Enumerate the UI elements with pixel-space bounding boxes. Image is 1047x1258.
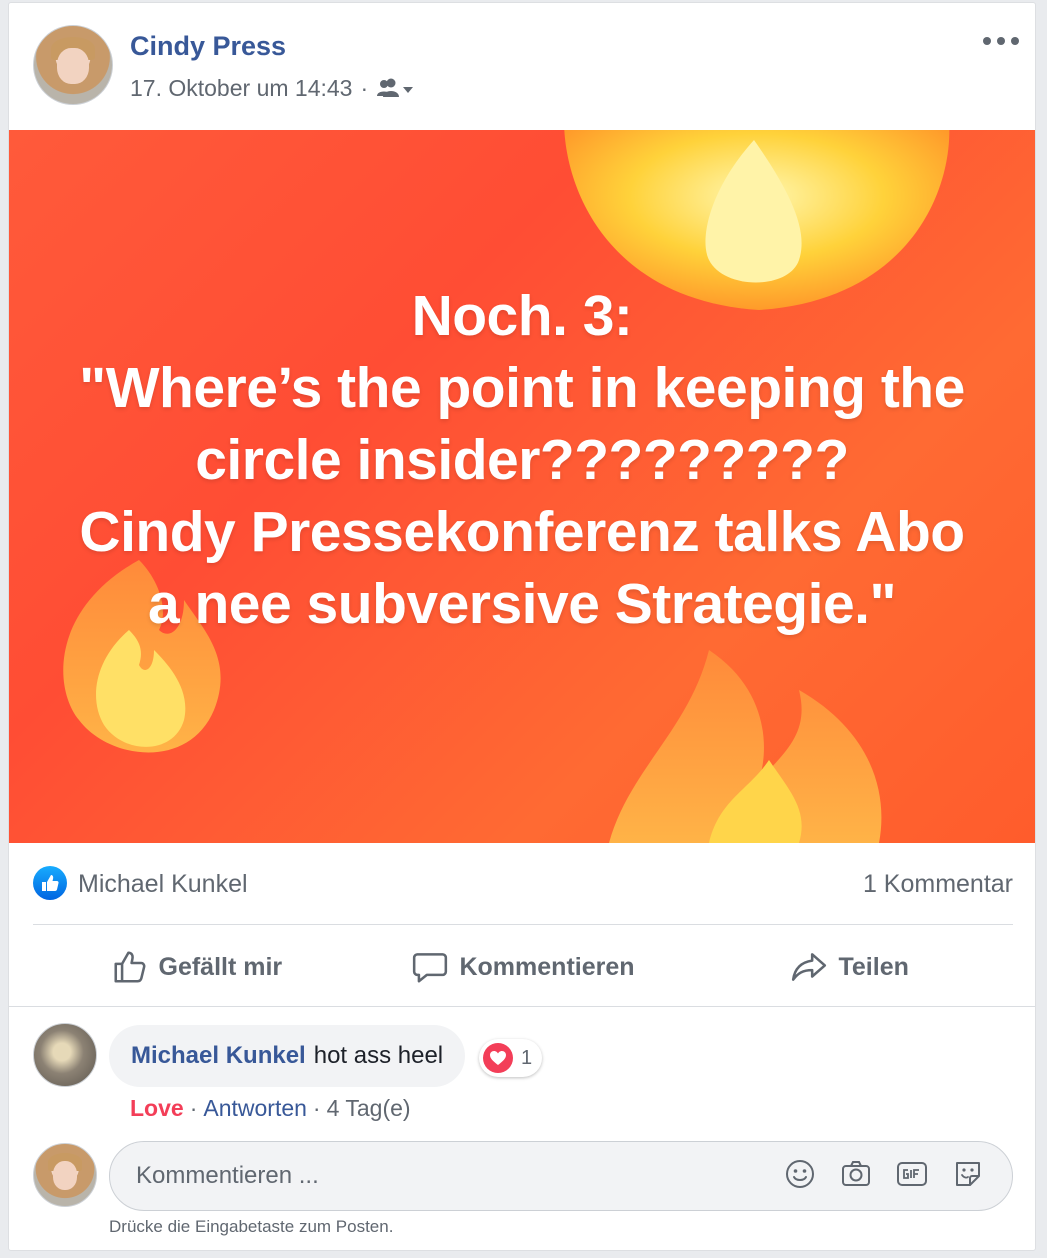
reactor-name[interactable]: Michael Kunkel <box>78 870 248 899</box>
comment-button[interactable]: Kommentieren <box>360 931 687 1003</box>
like-label: Gefällt mir <box>158 952 283 981</box>
meta-separator: · <box>360 75 369 101</box>
friends-icon[interactable] <box>376 78 414 100</box>
comment-count[interactable]: 1 Kommentar <box>863 870 1013 899</box>
comment-reaction-count: 1 <box>521 1046 533 1069</box>
post-meta: 17. Oktober um 14:43 · <box>130 75 414 102</box>
reactions-bar: Michael Kunkel 1 Kommentar <box>33 858 1013 918</box>
comment-links: Love · Antworten · 4 Tag(e) <box>130 1095 411 1122</box>
speech-bubble-icon <box>413 953 448 983</box>
divider <box>9 1006 1035 1007</box>
thumbs-up-icon <box>113 951 145 983</box>
composer-icons <box>783 1157 985 1191</box>
comment-composer: Kommentieren ... Drücke die Eingabetaste… <box>33 1141 1013 1251</box>
comment-item: Michael Kunkel hot ass heel 1 Love · Ant… <box>33 1023 1013 1133</box>
author-avatar[interactable] <box>33 25 113 105</box>
share-label: Teilen <box>838 952 909 981</box>
post-card: Cindy Press 17. Oktober um 14:43 · Noch.… <box>8 2 1036 1251</box>
divider <box>33 924 1013 925</box>
reply-link[interactable]: Antworten <box>203 1095 307 1122</box>
comment-author[interactable]: Michael Kunkel <box>131 1042 306 1070</box>
post-timestamp[interactable]: 17. Oktober um 14:43 <box>130 75 352 102</box>
user-avatar[interactable] <box>33 1143 97 1207</box>
sticker-icon[interactable] <box>951 1157 985 1191</box>
share-arrow-icon <box>792 953 827 981</box>
gif-icon[interactable] <box>895 1157 929 1191</box>
more-options-icon[interactable] <box>983 33 1019 49</box>
commenter-avatar[interactable] <box>33 1023 97 1087</box>
comment-bubble: Michael Kunkel hot ass heel <box>109 1025 466 1087</box>
post-image-text: Noch. 3: "Where’s the point in keeping t… <box>79 284 965 636</box>
like-reaction-icon[interactable] <box>33 866 67 900</box>
post-image[interactable]: Noch. 3: "Where’s the point in keeping t… <box>9 130 1035 843</box>
heart-icon <box>483 1043 513 1073</box>
camera-icon[interactable] <box>839 1157 873 1191</box>
action-bar: Gefällt mir Kommentieren Teilen <box>33 931 1013 1003</box>
separator: · <box>189 1095 198 1121</box>
composer-hint: Drücke die Eingabetaste zum Posten. <box>109 1217 394 1236</box>
separator: · <box>312 1095 321 1121</box>
post-header: Cindy Press 17. Oktober um 14:43 · <box>9 3 1035 129</box>
share-button[interactable]: Teilen <box>686 931 1013 1003</box>
comment-reaction-badge[interactable]: 1 <box>479 1039 543 1077</box>
comment-time[interactable]: 4 Tag(e) <box>327 1095 411 1122</box>
emoji-icon[interactable] <box>783 1157 817 1191</box>
comment-label: Kommentieren <box>459 952 635 981</box>
comment-text: hot ass heel <box>313 1042 444 1069</box>
love-link[interactable]: Love <box>130 1095 184 1122</box>
comment-input-placeholder: Kommentieren ... <box>136 1162 319 1189</box>
author-name[interactable]: Cindy Press <box>130 31 286 62</box>
like-button[interactable]: Gefällt mir <box>33 931 360 1003</box>
